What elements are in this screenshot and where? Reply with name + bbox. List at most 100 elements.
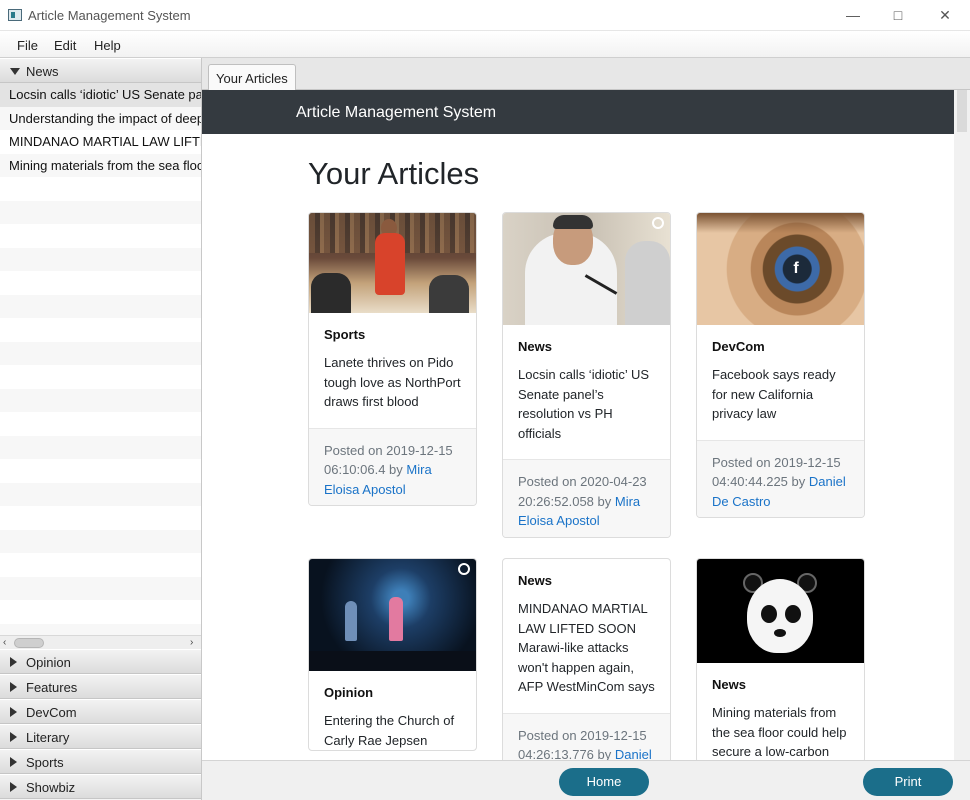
horizontal-scrollbar[interactable]: ‹ › — [0, 635, 201, 649]
card-footer: Posted on 2019-12-15 04:26:13.776 by Dan… — [503, 712, 670, 760]
list-item[interactable]: Locsin calls ‘idiotic’ US Senate panel’s — [0, 83, 201, 107]
news-article-list[interactable]: Locsin calls ‘idiotic’ US Senate panel’s… — [0, 83, 201, 635]
accordion-header-features[interactable]: Features — [0, 674, 201, 699]
accordion-label: Literary — [26, 730, 70, 745]
accordion-label: Showbiz — [26, 780, 76, 795]
posted-info: Posted on 2019-12-15 06:10:06.4 by — [324, 442, 453, 478]
accordion-header-sports[interactable]: Sports — [0, 749, 201, 774]
chevron-right-icon — [10, 732, 17, 742]
basketball-photo — [309, 213, 476, 313]
empty-row — [0, 294, 201, 318]
empty-row — [0, 388, 201, 412]
menu-edit[interactable]: Edit — [54, 38, 76, 53]
empty-row — [0, 529, 201, 553]
scrollbar-thumb[interactable] — [14, 638, 44, 648]
article-card[interactable]: News Locsin calls ‘idiotic’ US Senate pa… — [502, 212, 671, 538]
scroll-left-icon[interactable]: ‹ — [3, 637, 6, 648]
card-category: News — [518, 573, 552, 588]
empty-row — [0, 318, 201, 342]
scroll-right-icon[interactable]: › — [190, 637, 193, 648]
accordion-header-literary[interactable]: Literary — [0, 724, 201, 749]
accordion-label: Sports — [26, 755, 64, 770]
chevron-down-icon — [10, 68, 20, 75]
card-title[interactable]: Lanete thrives on Pido tough love as Nor… — [324, 353, 461, 412]
card-category: DevCom — [712, 339, 765, 354]
empty-row — [0, 459, 201, 483]
empty-row — [0, 365, 201, 389]
menu-help[interactable]: Help — [94, 38, 121, 53]
accordion-header-showbiz[interactable]: Showbiz — [0, 774, 201, 799]
list-item[interactable]: MINDANAO MARTIAL LAW LIFTED SOON — [0, 130, 201, 154]
empty-row — [0, 553, 201, 577]
card-title[interactable]: Entering the Church of Carly Rae Jepsen — [324, 711, 461, 750]
chevron-right-icon — [10, 707, 17, 717]
eye-facebook-photo: f — [697, 213, 864, 325]
app-icon — [8, 9, 22, 21]
navbar: Article Management System — [202, 90, 954, 134]
empty-row — [0, 341, 201, 365]
article-card[interactable]: News Mining materials from the sea floor… — [696, 558, 865, 760]
tab-bar: Your Articles — [202, 58, 970, 91]
card-footer: Posted on 2019-12-15 06:10:06.4 by Mira … — [309, 427, 476, 505]
empty-row — [0, 271, 201, 295]
card-title[interactable]: Facebook says ready for new California p… — [712, 365, 849, 424]
article-card[interactable]: Opinion Entering the Church of Carly Rae… — [308, 558, 477, 751]
empty-row — [0, 576, 201, 600]
scrollbar-thumb[interactable] — [957, 90, 967, 132]
concert-photo — [309, 559, 476, 671]
card-title[interactable]: MINDANAO MARTIAL LAW LIFTED SOON Marawi-… — [518, 599, 655, 697]
card-category: Sports — [324, 327, 366, 342]
article-card[interactable]: f DevCom Facebook says ready for new Cal… — [696, 212, 865, 518]
empty-row — [0, 247, 201, 271]
article-card[interactable]: Sports Lanete thrives on Pido tough love… — [308, 212, 477, 506]
menu-file[interactable]: File — [17, 38, 38, 53]
list-item[interactable]: Mining materials from the sea floor coul… — [0, 153, 201, 177]
chevron-right-icon — [10, 682, 17, 692]
close-icon[interactable]: ✕ — [932, 4, 958, 26]
empty-row — [0, 623, 201, 635]
empty-row — [0, 600, 201, 624]
card-category: Opinion — [324, 685, 374, 700]
empty-row — [0, 224, 201, 248]
empty-row — [0, 200, 201, 224]
maximize-icon[interactable]: □ — [885, 4, 911, 26]
vertical-scrollbar[interactable] — [954, 90, 970, 760]
page-heading: Your Articles — [308, 156, 480, 191]
empty-row — [0, 177, 201, 201]
category-accordion: News Locsin calls ‘idiotic’ US Senate pa… — [0, 58, 202, 800]
watermark-icon — [458, 563, 470, 575]
tab-your-articles[interactable]: Your Articles — [208, 64, 296, 91]
card-title[interactable]: Mining materials from the sea floor coul… — [712, 703, 849, 760]
accordion-header-news[interactable]: News — [0, 58, 201, 83]
chevron-right-icon — [10, 657, 17, 667]
menu-bar: File Edit Help — [0, 31, 970, 58]
watermark-icon — [652, 217, 664, 229]
list-item[interactable]: Understanding the impact of deep-sea — [0, 106, 201, 130]
web-view: Article Management System Your Articles … — [202, 90, 970, 760]
empty-row — [0, 482, 201, 506]
empty-row — [0, 506, 201, 530]
window-title: Article Management System — [28, 8, 191, 23]
navbar-brand[interactable]: Article Management System — [296, 104, 496, 122]
empty-row — [0, 412, 201, 436]
chevron-right-icon — [10, 757, 17, 767]
home-button[interactable]: Home — [559, 768, 649, 796]
panda-photo — [697, 559, 864, 663]
bottom-bar: Home Print — [202, 760, 970, 800]
facebook-icon: f — [793, 260, 799, 277]
minimize-icon[interactable]: — — [840, 4, 866, 26]
accordion-label: Features — [26, 680, 78, 695]
empty-row — [0, 435, 201, 459]
accordion-header-devcom[interactable]: DevCom — [0, 699, 201, 724]
article-card[interactable]: News MINDANAO MARTIAL LAW LIFTED SOON Ma… — [502, 558, 671, 760]
accordion-header-opinion[interactable]: Opinion — [0, 649, 201, 674]
chevron-right-icon — [10, 782, 17, 792]
card-title[interactable]: Locsin calls ‘idiotic’ US Senate panel’s… — [518, 365, 655, 443]
print-button[interactable]: Print — [863, 768, 953, 796]
author-link[interactable]: Daniel — [615, 747, 652, 760]
accordion-label: DevCom — [26, 705, 77, 720]
card-category: News — [712, 677, 746, 692]
accordion-label: Opinion — [26, 655, 71, 670]
card-footer: Posted on 2020-04-23 20:26:52.058 by Mir… — [503, 459, 670, 537]
card-category: News — [518, 339, 552, 354]
